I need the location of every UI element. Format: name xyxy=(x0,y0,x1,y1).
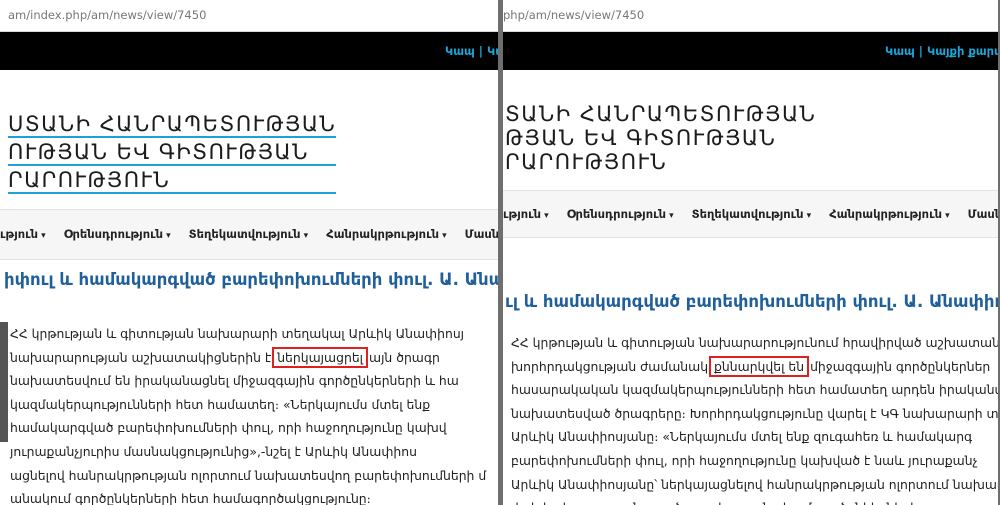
article-body: ՀՀ կրթության և գիտության նախարարությունո… xyxy=(511,331,998,505)
menu-item-legislation[interactable]: Օրենսդրություն xyxy=(567,207,674,221)
article-text: նախարարության աշխատակիցներին է xyxy=(10,349,272,365)
title-line-3: ՐԱՐՈՒԹՅՈՒՆ xyxy=(505,150,668,174)
title-line-1: ՍՏԱՆԻ ՀԱՆՐԱՊԵՏՈՒԹՅԱՆ xyxy=(8,112,337,138)
article-line: Արևիկ Անափիոսյանը։ «Ներկայումս մտել ենք … xyxy=(511,429,973,445)
site-title[interactable]: ՍՏԱՆԻ ՀԱՆՐԱՊԵՏՈՒԹՅԱՆ ՈՒԹՅԱՆ ԵՎ ԳԻՏՈՒԹՅԱՆ… xyxy=(8,112,337,196)
article-photo xyxy=(0,322,8,442)
menu-item-information[interactable]: Տեղեկատվություն xyxy=(692,207,812,221)
menu-item-professional[interactable]: Մասնագիտակ xyxy=(968,207,998,221)
article-line: ացնելով հանրակրթության ոլորտում նախատեսվ… xyxy=(10,467,487,483)
highlighted-word: քննարկվել են xyxy=(709,355,810,377)
article-line: նախատեսվում են իրականացնել միջազգային գո… xyxy=(10,373,459,389)
article-line: փոխեր և յուրաքանչյուր ծրագրի շրջանակում … xyxy=(511,496,998,505)
article-headline: ւլ և համակարգված բարեփոխումների փուլ. Ա.… xyxy=(505,292,998,311)
article-line: ՀՀ կրթության և գիտության նախարարությունո… xyxy=(511,335,998,350)
top-black-bar: Կապ | Կայ xyxy=(0,32,498,70)
menu-item-1[interactable]: ւթյուն xyxy=(0,227,46,241)
menu-item-general-education[interactable]: Հանրակրթություն xyxy=(326,227,446,241)
article-headline: իփուլ և համակարգված բարեփոխումների փուլ.… xyxy=(4,270,498,289)
address-bar[interactable]: am/index.php/am/news/view/7450 xyxy=(0,0,498,32)
article-line: հասարակական կազմակերպությունների հետ համ… xyxy=(511,382,998,398)
address-bar[interactable]: php/am/news/view/7450 xyxy=(503,0,998,32)
menu-item-legislation[interactable]: Օրենսդրություն xyxy=(64,227,171,241)
title-line-3: ՐԱՐՈՒԹՅՈՒՆ xyxy=(8,168,337,194)
article-text: խորհրդակցության ժամանակ xyxy=(511,358,709,374)
article-line: նախատեսված ծրագրերը։ Խորհրդակցությունը վ… xyxy=(511,405,998,421)
article-text: այն ծրագր xyxy=(369,349,440,365)
top-links[interactable]: Կապ | Կայ xyxy=(445,32,498,70)
article-line: խորհրդակցության ժամանակ քննարկվել են միջ… xyxy=(511,355,998,379)
article-line: նախարարության աշխատակիցներին է ներկայացր… xyxy=(10,346,498,370)
menu-item-information[interactable]: Տեղեկատվություն xyxy=(189,227,309,241)
menu-item-general-education[interactable]: Հանրակրթություն xyxy=(829,207,949,221)
top-links[interactable]: Կապ | Կայքի քարտ xyxy=(885,32,998,70)
article-line: կազմակերպությունների հետ համատեղ։ «Ներկա… xyxy=(10,396,431,412)
left-screenshot-panel: am/index.php/am/news/view/7450 Կապ | Կայ… xyxy=(0,0,498,505)
site-title[interactable]: ՏԱՆԻ ՀԱՆՐԱՊԵՏՈՒԹՅԱՆ ԹՅԱՆ ԵՎ ԳԻՏՈՒԹՅԱՆ ՐԱ… xyxy=(505,102,816,174)
top-black-bar: Կապ | Կայքի քարտ xyxy=(503,32,998,70)
title-line-2: ԹՅԱՆ ԵՎ ԳԻՏՈՒԹՅԱՆ xyxy=(505,126,777,150)
article-body: ՀՀ կրթության և գիտության նախարարի տեղակա… xyxy=(10,322,498,505)
highlighted-word: ներկայացրել xyxy=(272,346,369,368)
menu-item-professional[interactable]: Մասնագիտակ xyxy=(465,227,498,241)
right-screenshot-panel: php/am/news/view/7450 Կապ | Կայքի քարտ Տ… xyxy=(503,0,998,505)
menu-item-1[interactable]: ւթյուն xyxy=(503,207,549,221)
article-line: անակում գործընկերների հետ համագործակցութ… xyxy=(10,491,371,505)
article-text: միջազգային գործընկերներ xyxy=(810,358,991,374)
title-line-2: ՈՒԹՅԱՆ ԵՎ ԳԻՏՈՒԹՅԱՆ xyxy=(8,140,337,166)
article-line: համակարգված բարեփոխումների փուլ, որի հաջ… xyxy=(10,420,447,436)
title-line-1: ՏԱՆԻ ՀԱՆՐԱՊԵՏՈՒԹՅԱՆ xyxy=(505,102,817,126)
article-line: Արևիկ Անափիոսյանը՝ ներկայացնելով հանրակր… xyxy=(511,476,998,492)
article-line: յուրաքանչյուրիս մասնակցությունից»,-նշել … xyxy=(10,443,417,459)
main-menu: ւթյուն Օրենսդրություն Տեղեկատվություն Հա… xyxy=(503,190,998,238)
main-menu: ւթյուն Օրենսդրություն Տեղեկատվություն Հա… xyxy=(0,209,498,260)
article-line: բարեփոխումների փուլ, որի հաջողությունը կ… xyxy=(511,452,978,468)
article-line: ՀՀ կրթության և գիտության նախարարի տեղակա… xyxy=(10,326,465,341)
